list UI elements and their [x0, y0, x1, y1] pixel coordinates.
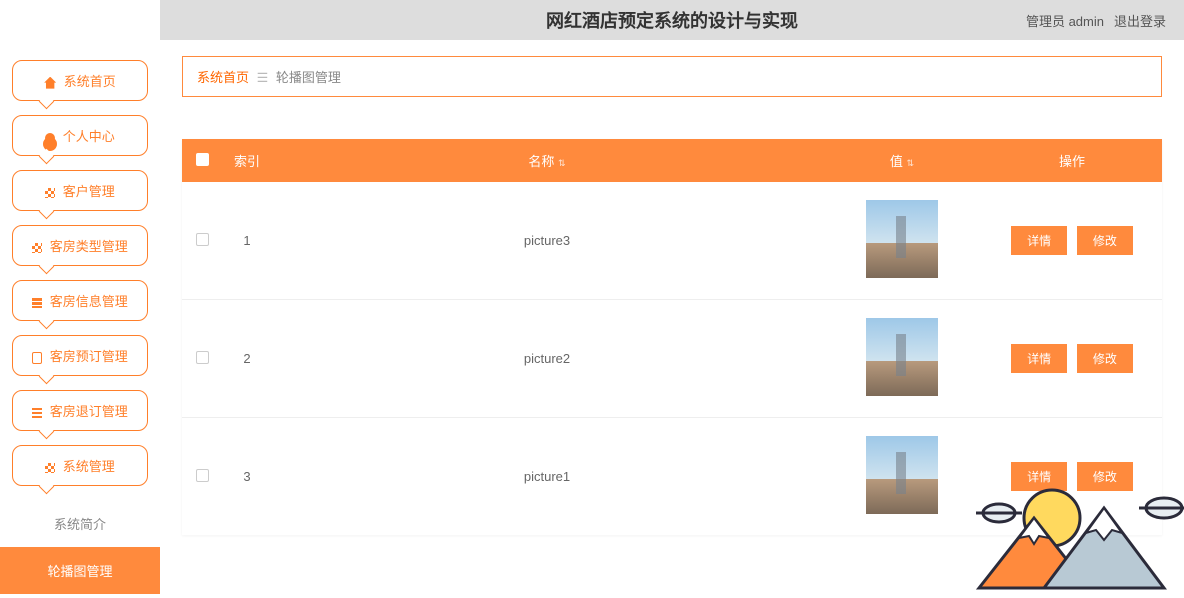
detail-button[interactable]: 详情 — [1011, 344, 1067, 373]
cell-name: picture2 — [272, 300, 822, 418]
col-action: 操作 — [982, 139, 1162, 182]
sidebar-sub-carousel[interactable]: 轮播图管理 — [0, 547, 160, 594]
logout-link[interactable]: 退出登录 — [1114, 11, 1166, 30]
page-title: 网红酒店预定系统的设计与实现 — [546, 7, 798, 33]
row-checkbox[interactable] — [196, 469, 209, 482]
thumbnail-image[interactable] — [866, 318, 938, 396]
detail-button[interactable]: 详情 — [1011, 226, 1067, 255]
sort-icon: ⇅ — [907, 158, 915, 168]
grid-icon — [45, 188, 55, 198]
breadcrumb-home[interactable]: 系统首页 — [197, 70, 249, 85]
sidebar-item-label: 个人中心 — [63, 129, 115, 144]
sidebar-sub-label: 轮播图管理 — [47, 564, 112, 579]
current-user[interactable]: 管理员 admin — [1026, 11, 1104, 30]
breadcrumb-separator-icon: ☰ — [257, 70, 269, 86]
list-icon — [32, 408, 42, 418]
sidebar-item-label: 系统首页 — [64, 74, 116, 89]
carousel-table: 索引 名称 ⇅ 值 ⇅ 操作 1 picture3 详情 修改 2 pictur… — [182, 139, 1162, 535]
detail-button[interactable]: 详情 — [1011, 462, 1067, 491]
top-header: 网红酒店预定系统的设计与实现 管理员 admin 退出登录 — [160, 0, 1184, 40]
cell-name: picture1 — [272, 418, 822, 536]
table-row: 2 picture2 详情 修改 — [182, 300, 1162, 418]
breadcrumb-current: 轮播图管理 — [276, 70, 341, 85]
cell-index: 1 — [222, 182, 272, 300]
grid-icon — [32, 243, 42, 253]
sidebar-sub-label: 系统简介 — [54, 517, 106, 532]
table-row: 3 picture1 详情 修改 — [182, 418, 1162, 536]
row-checkbox[interactable] — [196, 233, 209, 246]
sidebar-item-label: 系统管理 — [63, 459, 115, 474]
main-content: 系统首页 ☰ 轮播图管理 索引 名称 ⇅ 值 ⇅ 操作 1 picture3 详… — [160, 40, 1184, 588]
edit-button[interactable]: 修改 — [1077, 344, 1133, 373]
sidebar-item-label: 客房退订管理 — [50, 404, 128, 419]
thumbnail-image[interactable] — [866, 200, 938, 278]
sidebar-item-label: 客房信息管理 — [50, 294, 128, 309]
home-icon — [44, 77, 56, 89]
table-row: 1 picture3 详情 修改 — [182, 182, 1162, 300]
user-icon — [45, 133, 55, 143]
sort-icon: ⇅ — [558, 158, 566, 168]
sidebar-item-label: 客房类型管理 — [50, 239, 128, 254]
sidebar-item-customers[interactable]: 客户管理 — [12, 170, 148, 211]
col-name[interactable]: 名称 ⇅ — [272, 139, 822, 182]
sidebar-item-system[interactable]: 系统管理 — [12, 445, 148, 486]
cell-index: 2 — [222, 300, 272, 418]
select-all-checkbox[interactable] — [196, 153, 209, 166]
sidebar-item-home[interactable]: 系统首页 — [12, 60, 148, 101]
bars-icon — [32, 298, 42, 308]
sidebar-item-profile[interactable]: 个人中心 — [12, 115, 148, 156]
sidebar-item-reservations[interactable]: 客房预订管理 — [12, 335, 148, 376]
grid-icon — [45, 463, 55, 473]
breadcrumb: 系统首页 ☰ 轮播图管理 — [182, 56, 1162, 97]
thumbnail-image[interactable] — [866, 436, 938, 514]
cell-name: picture3 — [272, 182, 822, 300]
cell-index: 3 — [222, 418, 272, 536]
col-index[interactable]: 索引 — [222, 139, 272, 182]
sidebar: 系统首页 个人中心 客户管理 客房类型管理 客房信息管理 客房预订管理 客房退订… — [0, 40, 160, 588]
col-value[interactable]: 值 ⇅ — [822, 139, 982, 182]
sidebar-item-room-types[interactable]: 客房类型管理 — [12, 225, 148, 266]
sidebar-item-room-info[interactable]: 客房信息管理 — [12, 280, 148, 321]
sidebar-item-cancellations[interactable]: 客房退订管理 — [12, 390, 148, 431]
sidebar-sub-intro[interactable]: 系统简介 — [0, 500, 160, 547]
clipboard-icon — [32, 352, 42, 364]
col-checkbox — [182, 139, 222, 182]
sidebar-item-label: 客户管理 — [63, 184, 115, 199]
row-checkbox[interactable] — [196, 351, 209, 364]
edit-button[interactable]: 修改 — [1077, 462, 1133, 491]
sidebar-item-label: 客房预订管理 — [50, 349, 128, 364]
edit-button[interactable]: 修改 — [1077, 226, 1133, 255]
